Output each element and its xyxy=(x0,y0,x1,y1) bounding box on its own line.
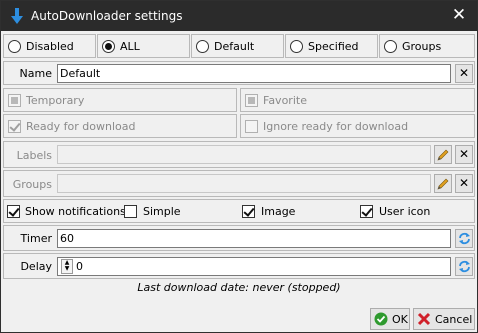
window-title: AutoDownloader settings xyxy=(31,9,183,23)
ignore-ready-label: Ignore ready for download xyxy=(263,120,409,133)
edit-groups-button[interactable] xyxy=(434,174,452,193)
settings-window: AutoDownloader settings ✕ Disabled ALL D… xyxy=(0,0,478,333)
groups-row: Groups ✕ xyxy=(3,170,475,197)
delay-input[interactable]: 0 xyxy=(57,257,451,276)
notifications-row: Show notifications Simple Image User ico… xyxy=(3,199,475,223)
close-window-button[interactable]: ✕ xyxy=(445,2,473,30)
ok-button[interactable]: OK xyxy=(370,308,410,330)
close-icon: ✕ xyxy=(458,176,470,190)
favorite-cell: Favorite xyxy=(240,88,475,112)
radio-groups[interactable]: Groups xyxy=(379,34,475,58)
radio-circle xyxy=(384,40,397,53)
ready-for-download-label: Ready for download xyxy=(26,120,136,133)
radio-label: ALL xyxy=(120,40,140,53)
ok-label: OK xyxy=(392,313,408,326)
name-label: Name xyxy=(19,67,52,80)
clear-name-button[interactable]: ✕ xyxy=(455,64,473,83)
timer-row: Timer 60 xyxy=(3,225,475,251)
groups-input[interactable] xyxy=(57,174,431,193)
radio-circle-checked xyxy=(102,40,115,53)
groups-label: Groups xyxy=(12,178,52,191)
show-notifications-checkbox[interactable] xyxy=(7,205,20,218)
timer-input[interactable]: 60 xyxy=(57,229,451,248)
title-bar: AutoDownloader settings ✕ xyxy=(1,1,477,31)
radio-specified[interactable]: Specified xyxy=(285,34,378,58)
ready-cell: Ready for download xyxy=(3,114,237,138)
temporary-label: Temporary xyxy=(26,94,85,107)
close-icon: ✕ xyxy=(458,66,470,80)
edit-labels-button[interactable] xyxy=(434,145,452,164)
delay-row: Delay 0 ▲ ▼ xyxy=(3,253,475,279)
pencil-icon xyxy=(437,178,449,190)
delay-spinner[interactable]: ▲ ▼ xyxy=(61,259,73,274)
timer-label: Timer xyxy=(20,232,52,245)
spin-down-icon: ▼ xyxy=(64,265,70,272)
refresh-delay-button[interactable] xyxy=(455,257,473,276)
radio-label: Default xyxy=(214,40,255,53)
name-row: Name Default ✕ xyxy=(3,61,475,85)
show-notifications-label: Show notifications xyxy=(25,205,126,218)
last-download-status: Last download date: never (stopped) xyxy=(137,281,341,294)
radio-disabled[interactable]: Disabled xyxy=(3,34,96,58)
mode-radio-group: Disabled ALL Default Specified Groups xyxy=(3,34,475,58)
ready-for-download-checkbox[interactable] xyxy=(8,120,21,133)
name-input[interactable]: Default xyxy=(57,64,451,83)
clear-groups-button[interactable]: ✕ xyxy=(455,174,473,193)
delay-label: Delay xyxy=(20,260,52,273)
labels-row: Labels ✕ xyxy=(3,141,475,168)
radio-label: Specified xyxy=(308,40,359,53)
cancel-x-icon xyxy=(417,312,431,326)
checkmark-icon xyxy=(374,312,388,326)
download-arrow-icon xyxy=(11,8,23,24)
cancel-label: Cancel xyxy=(435,313,473,326)
radio-circle xyxy=(196,40,209,53)
pencil-icon xyxy=(437,149,449,161)
close-icon: ✕ xyxy=(451,5,467,25)
labels-input[interactable] xyxy=(57,145,431,164)
refresh-icon xyxy=(458,260,470,273)
refresh-timer-button[interactable] xyxy=(455,229,473,248)
user-icon-label: User icon xyxy=(379,205,431,218)
radio-circle xyxy=(8,40,21,53)
image-checkbox[interactable] xyxy=(242,205,255,218)
simple-checkbox[interactable] xyxy=(124,205,137,218)
radio-all[interactable]: ALL xyxy=(97,34,190,58)
close-icon: ✕ xyxy=(458,147,470,161)
labels-label: Labels xyxy=(16,149,52,162)
radio-circle xyxy=(290,40,303,53)
radio-default[interactable]: Default xyxy=(191,34,284,58)
radio-label: Disabled xyxy=(26,40,74,53)
ignore-ready-cell: Ignore ready for download xyxy=(240,114,475,138)
refresh-icon xyxy=(458,232,470,245)
cancel-button[interactable]: Cancel xyxy=(413,308,475,330)
ignore-ready-checkbox[interactable] xyxy=(245,120,258,133)
user-icon-checkbox[interactable] xyxy=(360,205,373,218)
favorite-label: Favorite xyxy=(263,94,307,107)
temporary-checkbox[interactable] xyxy=(8,94,21,107)
temporary-cell: Temporary xyxy=(3,88,237,112)
radio-label: Groups xyxy=(402,40,442,53)
favorite-checkbox[interactable] xyxy=(245,94,258,107)
image-label: Image xyxy=(261,205,296,218)
simple-label: Simple xyxy=(143,205,181,218)
clear-labels-button[interactable]: ✕ xyxy=(455,145,473,164)
